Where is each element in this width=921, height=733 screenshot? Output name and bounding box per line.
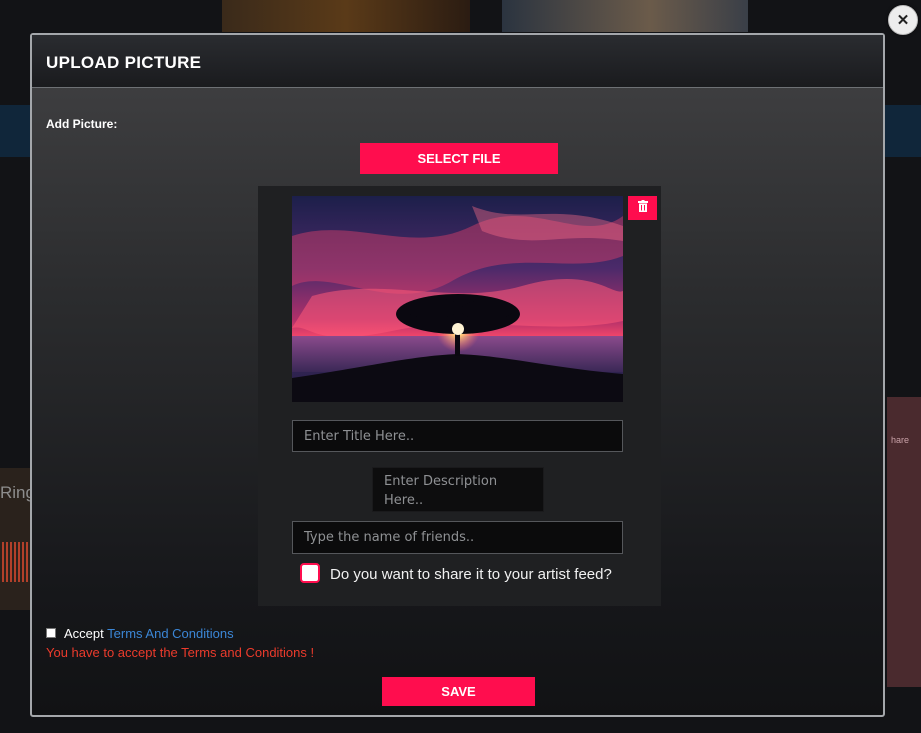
terms-link[interactable]: Terms And Conditions [107, 626, 233, 641]
accept-terms-row: Accept Terms And Conditions [64, 626, 234, 641]
upload-picture-dialog: UPLOAD PICTURE Add Picture: SELECT FILE [30, 33, 885, 717]
add-picture-label: Add Picture: [46, 117, 118, 131]
share-to-feed-checkbox[interactable] [300, 563, 320, 583]
description-input[interactable]: Enter Description Here.. [372, 467, 544, 512]
accept-terms-checkbox[interactable] [46, 628, 56, 638]
accept-label: Accept [64, 626, 104, 641]
terms-error-message: You have to accept the Terms and Conditi… [46, 645, 315, 660]
close-icon: ✕ [896, 12, 910, 29]
picture-preview-panel: Enter Title Here.. Enter Description Her… [258, 186, 661, 606]
background-thumbnail [502, 0, 748, 32]
title-input[interactable]: Enter Title Here.. [292, 420, 623, 452]
delete-picture-button[interactable] [628, 196, 657, 220]
share-to-feed-label: Do you want to share it to your artist f… [330, 566, 612, 583]
trash-icon [637, 199, 648, 217]
friends-input[interactable]: Type the name of friends.. [292, 521, 623, 554]
dialog-title: UPLOAD PICTURE [46, 53, 202, 72]
background-thumbnail [222, 0, 470, 32]
select-file-button[interactable]: SELECT FILE [360, 143, 558, 174]
uploaded-picture [292, 196, 623, 402]
close-button[interactable]: ✕ [888, 5, 918, 35]
save-button[interactable]: SAVE [382, 677, 535, 706]
background-card: hare [887, 397, 921, 687]
